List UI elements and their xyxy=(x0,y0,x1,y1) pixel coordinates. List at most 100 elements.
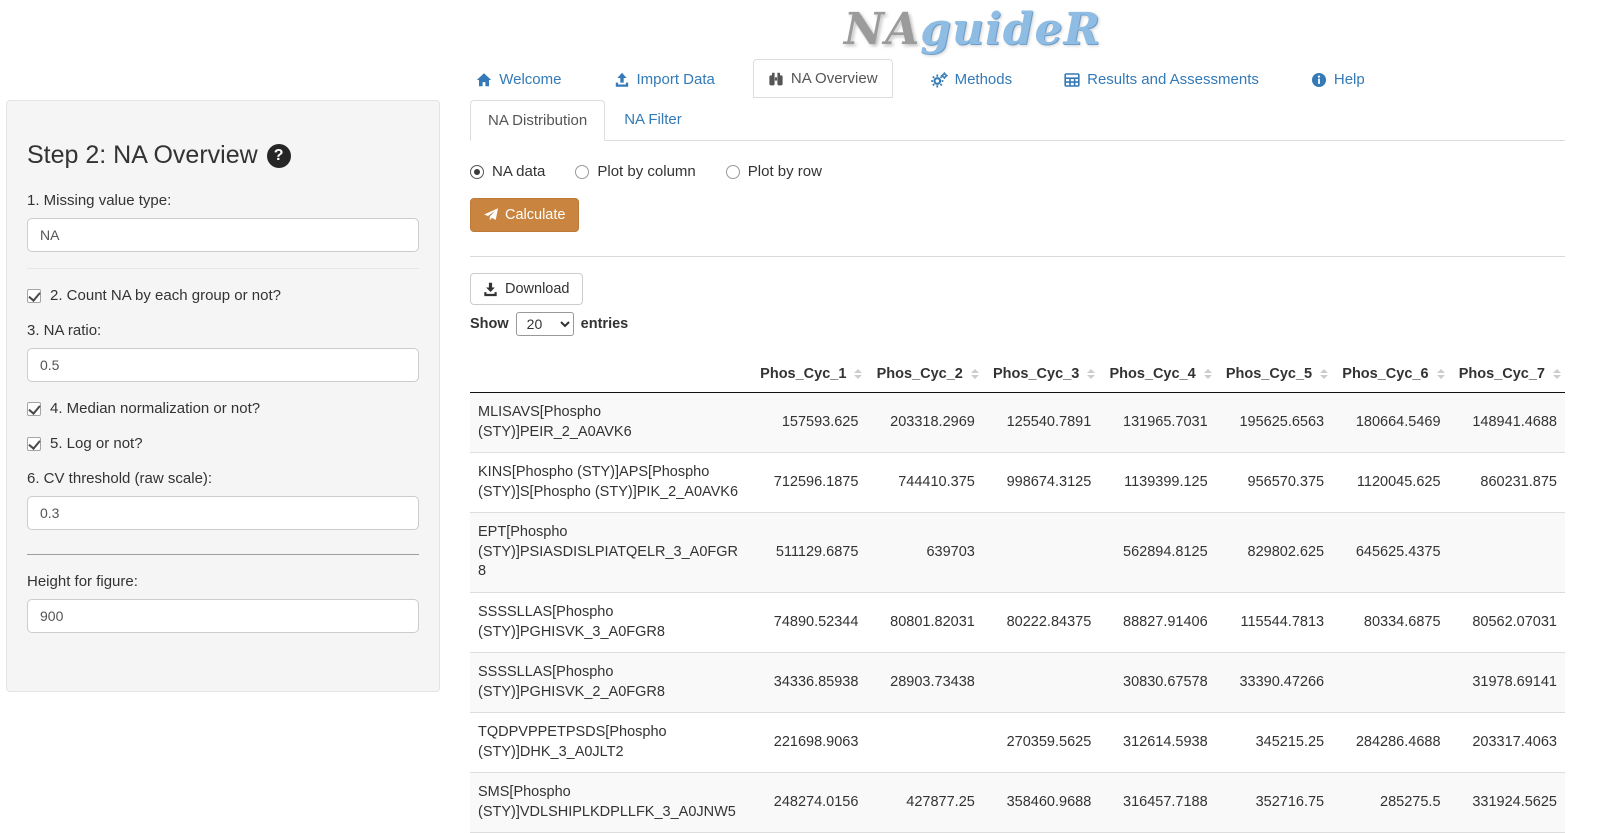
cell-value: 562894.8125 xyxy=(1099,513,1215,593)
sidebar-divider-dark xyxy=(27,554,419,555)
row-name-cell: SSSSLLAS[Phospho (STY)]PGHISVK_3_A0FGR8 xyxy=(470,592,750,652)
cogs-icon xyxy=(931,72,948,88)
sort-down-icon xyxy=(854,375,862,379)
table-row: SMS[Phospho (STY)]VDLSHIPLKDPLLFK_3_A0JN… xyxy=(470,773,1565,833)
cell-value: 956570.375 xyxy=(1216,453,1332,513)
count-na-checkbox-row[interactable]: 2. Count NA by each group or not? xyxy=(27,287,419,304)
cell-value: 203317.4063 xyxy=(1449,713,1565,773)
cell-value: 248274.0156 xyxy=(750,773,866,833)
sort-icon[interactable] xyxy=(1437,369,1445,379)
main-navbar: Welcome Import Data NA Overview Methods … xyxy=(118,58,1605,98)
cell-value: 352716.75 xyxy=(1216,773,1332,833)
cell-value: 1139399.125 xyxy=(1099,453,1215,513)
sort-down-icon xyxy=(1553,375,1561,379)
question-circle-icon[interactable]: ? xyxy=(267,144,291,168)
cell-value: 125540.7891 xyxy=(983,393,1099,453)
log-checkbox-row[interactable]: 5. Log or not? xyxy=(27,435,419,452)
subtab-bar: NA Distribution NA Filter xyxy=(470,100,1565,141)
cv-threshold-input[interactable] xyxy=(27,496,419,530)
column-header-label: Phos_Cyc_5 xyxy=(1226,366,1312,382)
cell-value: 312614.5938 xyxy=(1099,713,1215,773)
cell-value: 203318.2969 xyxy=(866,393,982,453)
nav-item-label: Help xyxy=(1334,71,1365,88)
calculate-button[interactable]: Calculate xyxy=(470,198,579,232)
count-na-checkbox[interactable] xyxy=(27,289,41,303)
cell-value xyxy=(983,653,1099,713)
table-length-control: Show 20 entries xyxy=(470,312,1565,336)
cell-value xyxy=(866,713,982,773)
sort-down-icon xyxy=(1437,375,1445,379)
nav-item-welcome[interactable]: Welcome xyxy=(462,61,575,98)
column-header[interactable]: Phos_Cyc_6 xyxy=(1332,356,1448,393)
cell-value: 270359.5625 xyxy=(983,713,1099,773)
cell-value: 345215.25 xyxy=(1216,713,1332,773)
sort-down-icon xyxy=(1204,375,1212,379)
cell-value: 33390.47266 xyxy=(1216,653,1332,713)
sort-down-icon xyxy=(1087,375,1095,379)
median-normalization-checkbox-row[interactable]: 4. Median normalization or not? xyxy=(27,400,419,417)
sort-icon[interactable] xyxy=(854,369,862,379)
log-checkbox[interactable] xyxy=(27,437,41,451)
logo-suffix: guideR xyxy=(920,4,1101,55)
median-normalization-checkbox[interactable] xyxy=(27,402,41,416)
radio-label: Plot by row xyxy=(748,163,822,180)
sort-down-icon xyxy=(971,375,979,379)
nav-item-help[interactable]: Help xyxy=(1297,61,1379,98)
nav-item-label: NA Overview xyxy=(791,70,878,87)
radio-button[interactable] xyxy=(726,165,740,179)
page-length-select[interactable]: 20 xyxy=(516,312,574,336)
radio-na-data[interactable]: NA data xyxy=(470,163,545,180)
cell-value: 316457.7188 xyxy=(1099,773,1215,833)
radio-plot-by-row[interactable]: Plot by row xyxy=(726,163,822,180)
column-header[interactable]: Phos_Cyc_1 xyxy=(750,356,866,393)
download-button[interactable]: Download xyxy=(470,273,583,305)
cell-value: 80222.84375 xyxy=(983,592,1099,652)
sidebar-title: Step 2: NA Overview ? xyxy=(27,141,419,170)
cell-value: 829802.625 xyxy=(1216,513,1332,593)
tab-na-distribution[interactable]: NA Distribution xyxy=(470,100,605,141)
radio-plot-by-column[interactable]: Plot by column xyxy=(575,163,695,180)
cell-value: 80562.07031 xyxy=(1449,592,1565,652)
sort-icon[interactable] xyxy=(971,369,979,379)
median-normalization-label: 4. Median normalization or not? xyxy=(50,400,260,417)
cell-value: 88827.91406 xyxy=(1099,592,1215,652)
column-header[interactable]: Phos_Cyc_3 xyxy=(983,356,1099,393)
table-row: SSSSLLAS[Phospho (STY)]PGHISVK_2_A0FGR8 … xyxy=(470,653,1565,713)
sort-icon[interactable] xyxy=(1204,369,1212,379)
column-header[interactable]: Phos_Cyc_7 xyxy=(1449,356,1565,393)
missing-value-type-input[interactable] xyxy=(27,218,419,252)
sort-up-icon xyxy=(1553,369,1561,373)
radio-button[interactable] xyxy=(470,165,484,179)
column-header[interactable]: Phos_Cyc_5 xyxy=(1216,356,1332,393)
nav-item-label: Results and Assessments xyxy=(1087,71,1259,88)
nav-item-label: Import Data xyxy=(637,71,715,88)
column-header-label: Phos_Cyc_7 xyxy=(1459,366,1545,382)
sort-icon[interactable] xyxy=(1553,369,1561,379)
radio-label: Plot by column xyxy=(597,163,695,180)
cell-value: 284286.4688 xyxy=(1332,713,1448,773)
na-ratio-input[interactable] xyxy=(27,348,419,382)
figure-height-input[interactable] xyxy=(27,599,419,633)
main-content: NA Distribution NA Filter NA data Plot b… xyxy=(470,100,1565,833)
sort-up-icon xyxy=(1320,369,1328,373)
column-header[interactable]: Phos_Cyc_4 xyxy=(1099,356,1215,393)
nav-item-methods[interactable]: Methods xyxy=(917,61,1027,98)
nav-item-results-assessments[interactable]: Results and Assessments xyxy=(1050,61,1273,98)
log-label: 5. Log or not? xyxy=(50,435,143,452)
nav-item-import-data[interactable]: Import Data xyxy=(600,61,729,98)
entries-label: entries xyxy=(581,316,629,332)
row-name-cell: SMS[Phospho (STY)]VDLSHIPLKDPLLFK_3_A0JN… xyxy=(470,773,750,833)
cell-value: 331924.5625 xyxy=(1449,773,1565,833)
info-circle-icon xyxy=(1311,72,1327,88)
sidebar-panel: Step 2: NA Overview ? 1. Missing value t… xyxy=(6,100,440,692)
nav-item-na-overview[interactable]: NA Overview xyxy=(753,59,893,98)
sort-icon[interactable] xyxy=(1087,369,1095,379)
radio-label: NA data xyxy=(492,163,545,180)
sort-icon[interactable] xyxy=(1320,369,1328,379)
radio-button[interactable] xyxy=(575,165,589,179)
tab-na-filter[interactable]: NA Filter xyxy=(607,100,699,141)
sidebar-divider xyxy=(27,268,419,269)
nav-item-label: Methods xyxy=(955,71,1013,88)
column-header[interactable]: Phos_Cyc_2 xyxy=(866,356,982,393)
cell-value: 180664.5469 xyxy=(1332,393,1448,453)
